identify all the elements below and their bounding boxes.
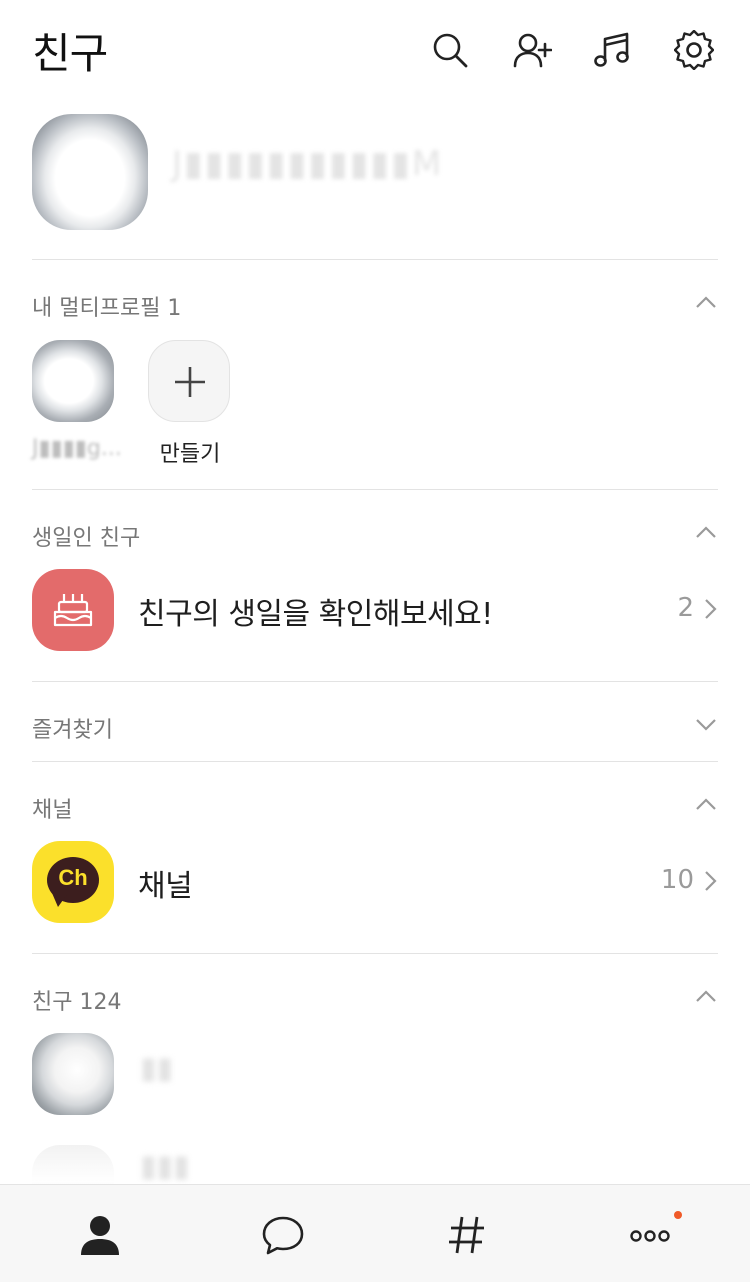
divider [32,761,718,762]
more-dots-icon [630,1230,670,1242]
section-label: 친구 124 [32,990,122,1015]
section-header-channel[interactable]: 채널 [0,788,750,828]
chevron-up-icon[interactable] [694,520,718,544]
chevron-up-icon[interactable] [694,984,718,1008]
chevron-right-icon [702,869,720,893]
multi-profile-avatar[interactable] [32,340,114,422]
my-profile-avatar[interactable] [32,114,148,230]
chevron-up-icon[interactable] [694,290,718,314]
chat-bubble-icon [262,1216,304,1255]
view-tab[interactable] [439,1207,495,1263]
top-header: 친구 [0,0,750,100]
birthday-cake-icon [32,569,114,651]
friend-name: ▮▮▮ [140,1149,190,1184]
birthday-count: 2 [677,593,694,623]
more-tab[interactable] [622,1207,678,1263]
divider [32,681,718,682]
friend-avatar[interactable] [32,1033,114,1115]
multi-profile-label: J▮▮▮▮g... [32,436,122,461]
section-label: 즐겨찾기 [32,718,113,743]
page-title: 친구 [32,29,108,78]
birthday-row[interactable]: 친구의 생일을 확인해보세요! 2 [0,569,750,653]
channel-icon-text: Ch [58,865,88,890]
section-label: 내 멀티프로필 1 [32,296,182,321]
section-label: 채널 [32,798,73,823]
section-header-friends[interactable]: 친구 124 [0,980,750,1020]
add-icon[interactable] [148,340,230,422]
bottom-tab-bar [0,1184,750,1282]
add-friend-icon[interactable] [510,28,554,72]
chevron-up-icon[interactable] [694,792,718,816]
section-header-birthday[interactable]: 생일인 친구 [0,516,750,556]
person-icon [81,1216,119,1255]
divider [32,953,718,954]
divider [32,259,718,260]
create-label: 만들기 [159,442,221,467]
chats-tab[interactable] [255,1207,311,1263]
hashtag-icon [449,1216,484,1254]
create-multi-profile-button[interactable]: 만들기 [148,340,232,468]
my-profile-name: J▮▮▮▮▮▮▮▮▮▮▮M [172,144,444,184]
divider [32,489,718,490]
chevron-right-icon [702,597,720,621]
section-header-multi-profile[interactable]: 내 멀티프로필 1 [0,286,750,326]
friend-name: ▮▮ [140,1051,174,1086]
section-header-favorites[interactable]: 즐겨찾기 [0,708,750,748]
speech-bubble-tail [52,893,68,907]
friends-tab[interactable] [72,1207,128,1263]
section-label: 생일인 친구 [32,526,141,551]
channel-icon: Ch [32,841,114,923]
channel-count: 10 [660,865,694,895]
multi-profile-item[interactable]: J▮▮▮▮g... [32,340,122,461]
my-profile-row[interactable]: J▮▮▮▮▮▮▮▮▮▮▮M [0,110,750,250]
notification-badge-dot [674,1211,682,1219]
friend-row[interactable]: ▮▮ [0,1033,750,1117]
search-icon[interactable] [428,28,472,72]
settings-icon[interactable] [672,28,716,72]
channel-row[interactable]: Ch 채널 10 [0,841,750,925]
channel-row-title: 채널 [138,869,193,904]
chevron-down-icon[interactable] [694,712,718,736]
music-icon[interactable] [590,28,634,72]
birthday-row-title: 친구의 생일을 확인해보세요! [138,597,493,632]
